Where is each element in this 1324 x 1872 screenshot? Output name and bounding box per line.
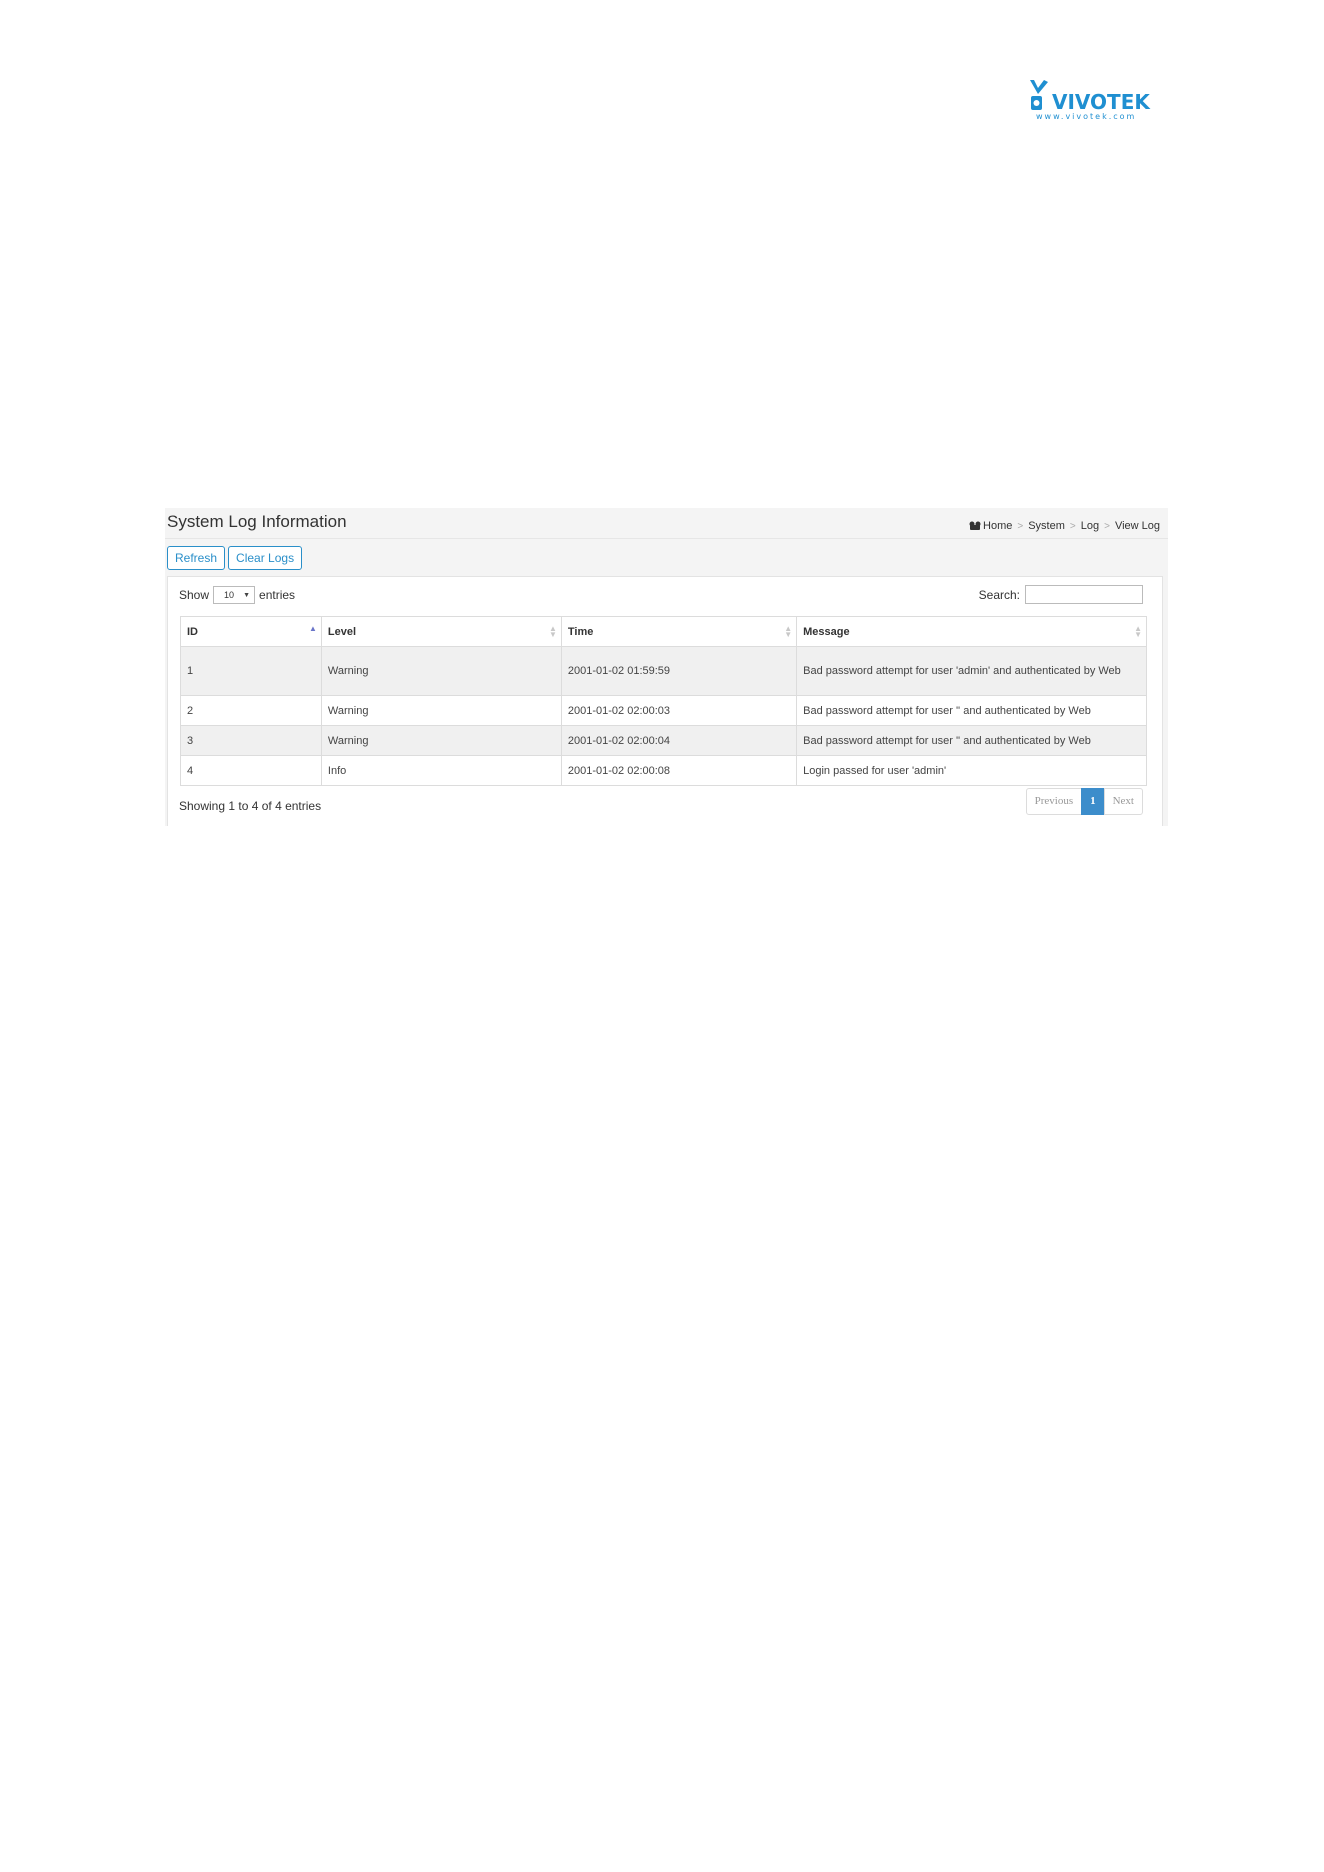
search-input[interactable] — [1025, 585, 1143, 604]
table-row: 4 Info 2001-01-02 02:00:08 Login passed … — [180, 755, 1147, 786]
cell-level: Warning — [320, 725, 562, 756]
cell-time: 2001-01-02 02:00:03 — [560, 695, 798, 726]
log-table-container: Show 10 ▼ entries Search: ID ▲ Level ▲ ▼… — [167, 576, 1163, 826]
search-control: Search: — [979, 585, 1143, 604]
cell-level: Warning — [320, 646, 562, 696]
column-header-id[interactable]: ID ▲ — [180, 616, 322, 647]
breadcrumb-separator: > — [1104, 520, 1110, 532]
logo-brand-text: VIVOTEK — [1052, 90, 1150, 114]
column-header-message[interactable]: Message ▲ ▼ — [796, 616, 1147, 647]
clear-logs-button[interactable]: Clear Logs — [228, 546, 303, 570]
cell-message: Bad password attempt for user 'admin' an… — [796, 646, 1147, 696]
cell-time: 2001-01-02 01:59:59 — [560, 646, 798, 696]
cell-message: Login passed for user 'admin' — [796, 755, 1147, 786]
table-header-row: ID ▲ Level ▲ ▼ Time ▲ ▼ Message ▲ ▼ — [180, 616, 1147, 647]
system-log-panel: System Log Information Home > System > L… — [165, 508, 1168, 826]
column-header-label: Level — [327, 625, 357, 638]
breadcrumb-separator: > — [1017, 520, 1024, 532]
home-icon — [969, 521, 981, 530]
cell-id: 3 — [180, 725, 322, 756]
breadcrumb-separator: > — [1069, 520, 1076, 532]
toolbar: Refresh Clear Logs — [167, 546, 303, 570]
cell-id: 4 — [180, 755, 322, 786]
vivotek-logo-icon — [1030, 80, 1048, 110]
cell-id: 1 — [180, 646, 322, 696]
table-row: 2 Warning 2001-01-02 02:00:03 Bad passwo… — [180, 695, 1147, 726]
page-length-value: 10 — [224, 590, 235, 600]
cell-time: 2001-01-02 02:00:08 — [560, 755, 798, 786]
previous-page-button[interactable]: Previous — [1025, 788, 1083, 815]
entries-label: entries — [259, 588, 296, 602]
sort-icon: ▲ ▼ — [784, 624, 793, 639]
table-row: 3 Warning 2001-01-02 02:00:04 Bad passwo… — [180, 725, 1147, 756]
cell-message: Bad password attempt for user '' and aut… — [796, 725, 1147, 756]
column-header-label: ID — [187, 625, 198, 638]
cell-message: Bad password attempt for user '' and aut… — [796, 695, 1147, 726]
cell-id: 2 — [180, 695, 322, 726]
table-row: 1 Warning 2001-01-02 01:59:59 Bad passwo… — [180, 646, 1147, 696]
breadcrumb-home[interactable]: Home — [983, 520, 1012, 532]
next-page-button[interactable]: Next — [1103, 788, 1143, 815]
panel-header: System Log Information Home > System > L… — [165, 508, 1168, 539]
sort-icon: ▲ ▼ — [548, 624, 557, 639]
column-header-label: Time — [567, 625, 594, 638]
page-title: System Log Information — [167, 512, 347, 531]
log-table: ID ▲ Level ▲ ▼ Time ▲ ▼ Message ▲ ▼ 1 Wa… — [180, 616, 1147, 786]
logo-url-text: www.vivotek.com — [1036, 112, 1137, 121]
chevron-down-icon: ▼ — [243, 591, 251, 599]
sort-icon: ▲ ▼ — [1134, 624, 1142, 639]
column-header-label: Message — [803, 625, 850, 638]
breadcrumb-system[interactable]: System — [1028, 520, 1065, 532]
show-label: Show — [179, 588, 210, 602]
page-length-control: Show 10 ▼ entries — [179, 586, 295, 604]
vivotek-logo: VIVOTEK www.vivotek.com — [1028, 78, 1168, 124]
sort-ascending-icon: ▲ — [308, 624, 317, 633]
cell-level: Info — [320, 755, 562, 786]
refresh-button[interactable]: Refresh — [167, 546, 226, 570]
breadcrumb: Home > System > Log > View Log — [969, 520, 1160, 532]
page-1-button[interactable]: 1 — [1081, 788, 1105, 815]
column-header-level[interactable]: Level ▲ ▼ — [320, 616, 562, 647]
column-header-time[interactable]: Time ▲ ▼ — [560, 616, 798, 647]
pagination: Previous 1 Next — [1025, 788, 1143, 815]
table-info: Showing 1 to 4 of 4 entries — [179, 799, 322, 813]
cell-level: Warning — [320, 695, 562, 726]
page-length-select[interactable]: 10 ▼ — [213, 586, 256, 604]
breadcrumb-view-log: View Log — [1114, 520, 1160, 532]
breadcrumb-log[interactable]: Log — [1081, 520, 1099, 532]
cell-time: 2001-01-02 02:00:04 — [560, 725, 798, 756]
search-label: Search: — [978, 587, 1020, 602]
